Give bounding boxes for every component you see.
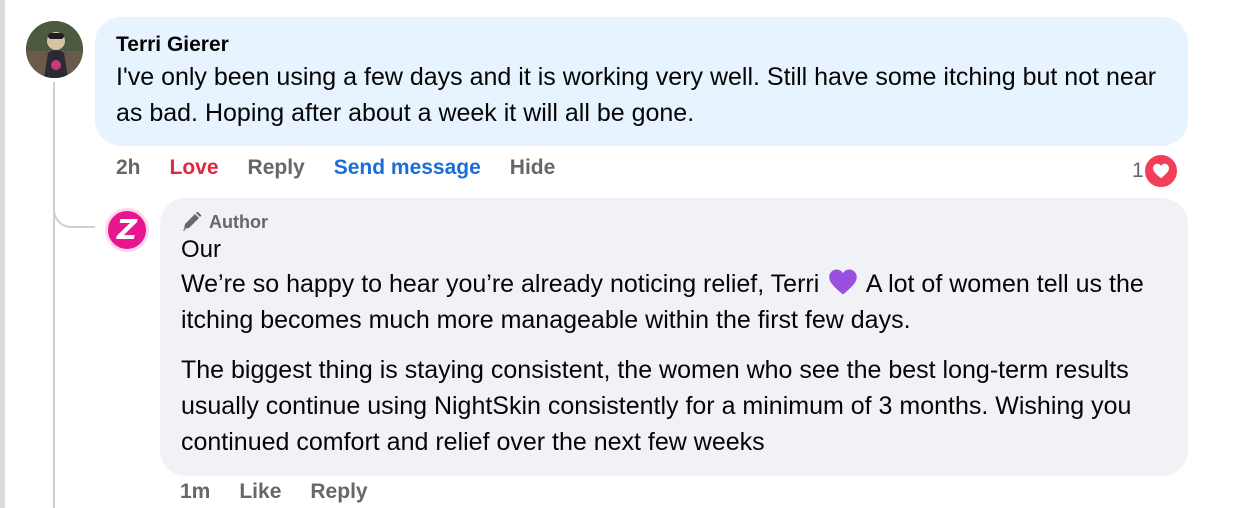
reply-paragraph-2: The biggest thing is staying consistent,…: [181, 356, 1132, 456]
reply-author-name[interactable]: Our: [181, 234, 1167, 266]
author-badge: Author: [181, 210, 1167, 234]
comment-author-name[interactable]: Terri Gierer: [116, 31, 1167, 59]
comment-text: I've only been using a few days and it i…: [116, 63, 1157, 127]
love-button[interactable]: Love: [170, 156, 219, 180]
reply-paragraph-1: We’re so happy to hear you’re already no…: [181, 266, 1167, 338]
reply-timestamp[interactable]: 1m: [180, 480, 210, 504]
send-message-button[interactable]: Send message: [334, 156, 481, 180]
like-button[interactable]: Like: [239, 480, 281, 504]
purple-heart-icon: [829, 269, 857, 295]
reply-actions: 1m Like Reply: [180, 480, 397, 504]
author-badge-label: Author: [209, 211, 268, 232]
thread-connector: [53, 180, 95, 228]
reply-to-reply-button[interactable]: Reply: [310, 480, 367, 504]
hide-button[interactable]: Hide: [510, 156, 556, 180]
reply-text-part-1: We’re so happy to hear you’re already no…: [181, 270, 820, 298]
avatar-letter: Z: [116, 213, 138, 246]
heart-icon: [1141, 152, 1180, 190]
thread-line: [53, 82, 55, 508]
left-edge-divider: [0, 0, 5, 508]
comment-timestamp[interactable]: 2h: [116, 156, 141, 180]
reply-author-avatar[interactable]: Z: [105, 208, 149, 252]
reaction-summary[interactable]: 1: [1132, 152, 1180, 190]
comment-bubble: Terri Gierer I've only been using a few …: [95, 17, 1188, 146]
comment-actions: 2h Love Reply Send message Hide: [116, 156, 584, 180]
commenter-avatar[interactable]: [26, 21, 83, 78]
reply-button[interactable]: Reply: [248, 156, 305, 180]
pencil-icon: [183, 212, 202, 231]
reply-bubble: Author Our We’re so happy to hear you’re…: [160, 198, 1188, 476]
